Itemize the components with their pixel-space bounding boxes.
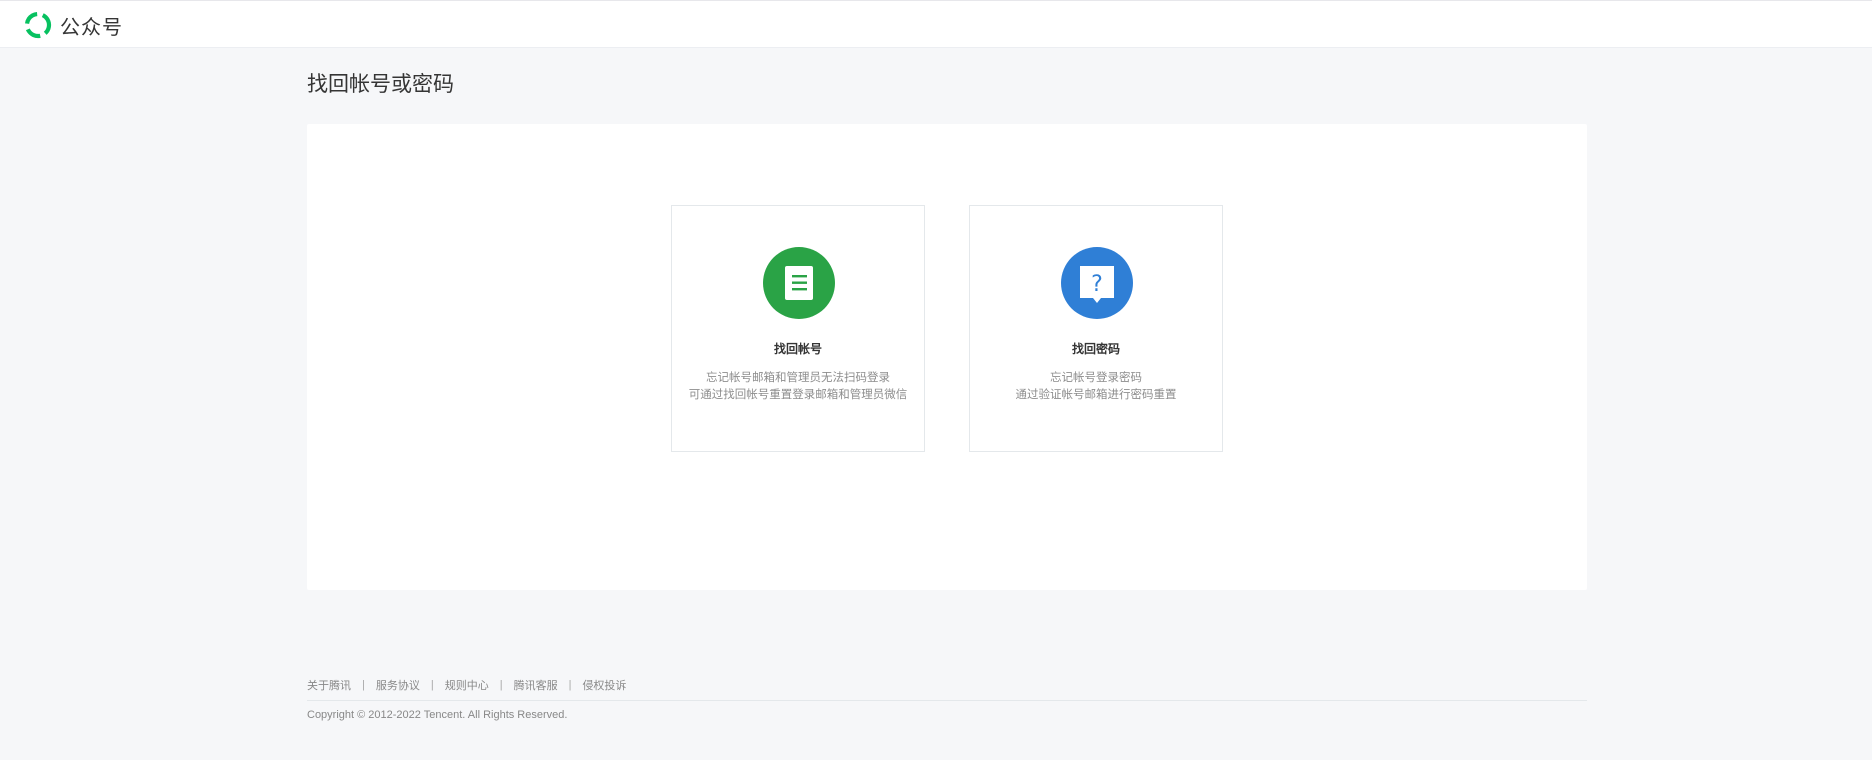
- footer-divider: [307, 700, 1587, 701]
- recovery-options-panel: 找回帐号 忘记帐号邮箱和管理员无法扫码登录 可通过找回帐号重置登录邮箱和管理员微…: [307, 124, 1587, 590]
- footer-link-service-agreement[interactable]: 服务协议: [376, 677, 420, 693]
- recover-password-desc-line1: 忘记帐号登录密码: [1050, 372, 1142, 384]
- document-icon: [763, 247, 835, 319]
- recover-account-title: 找回帐号: [773, 342, 822, 356]
- copyright-text: Copyright © 2012-2022 Tencent. All Right…: [307, 709, 568, 721]
- footer-link-about-tencent[interactable]: 关于腾讯: [307, 677, 351, 693]
- question-bubble-icon: ?: [1061, 247, 1133, 319]
- footer-separator: |: [499, 679, 503, 691]
- footer-separator: |: [430, 679, 434, 691]
- recover-password-description: 忘记帐号登录密码 通过验证帐号邮箱进行密码重置: [970, 370, 1222, 404]
- recover-account-card[interactable]: 找回帐号 忘记帐号邮箱和管理员无法扫码登录 可通过找回帐号重置登录邮箱和管理员微…: [671, 205, 925, 452]
- recover-account-desc-line2: 可通过找回帐号重置登录邮箱和管理员微信: [688, 389, 908, 401]
- footer-link-customer-service[interactable]: 腾讯客服: [514, 677, 558, 693]
- recover-password-desc-line2: 通过验证帐号邮箱进行密码重置: [1015, 389, 1177, 401]
- recover-password-card[interactable]: ? 找回密码 忘记帐号登录密码 通过验证帐号邮箱进行密码重置: [969, 205, 1223, 452]
- brand-label: 公众号: [60, 16, 123, 39]
- recover-password-title: 找回密码: [1071, 342, 1120, 356]
- footer-separator: |: [568, 679, 572, 691]
- top-bar: 公众号: [0, 0, 1872, 48]
- recover-account-description: 忘记帐号邮箱和管理员无法扫码登录 可通过找回帐号重置登录邮箱和管理员微信: [672, 370, 924, 404]
- svg-text:?: ?: [1091, 272, 1103, 297]
- footer-link-rules-center[interactable]: 规则中心: [445, 677, 489, 693]
- recover-account-desc-line1: 忘记帐号邮箱和管理员无法扫码登录: [706, 372, 890, 384]
- brand-home-link[interactable]: 公众号: [24, 11, 123, 39]
- footer-link-infringement-complaint[interactable]: 侵权投诉: [582, 677, 626, 693]
- page-title: 找回帐号或密码: [307, 73, 454, 96]
- footer-separator: |: [362, 679, 365, 691]
- footer-links: 关于腾讯 | 服务协议 | 规则中心 | 腾讯客服 | 侵权投诉: [307, 678, 626, 692]
- wechat-official-account-logo-icon: [24, 11, 52, 39]
